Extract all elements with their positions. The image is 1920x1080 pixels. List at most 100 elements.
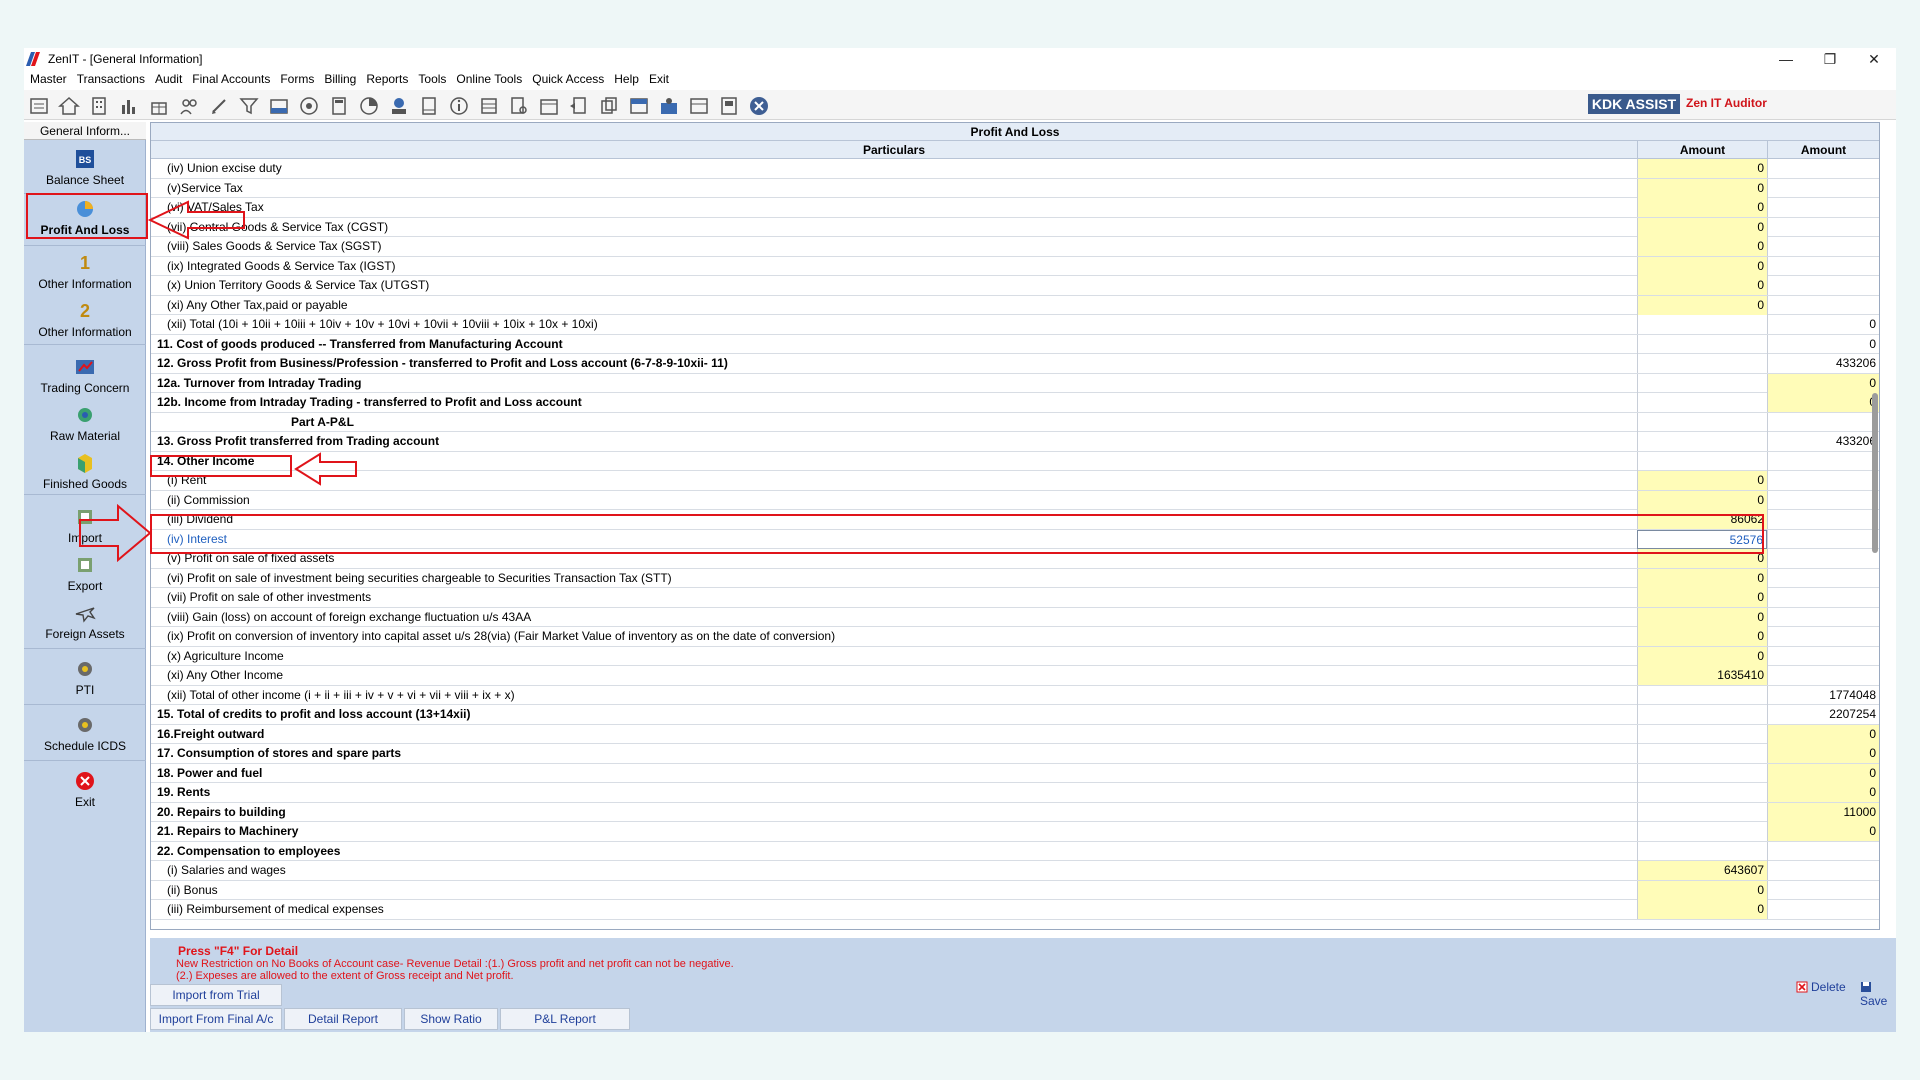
minimize-button[interactable]: — <box>1764 48 1808 70</box>
edit-icon[interactable] <box>208 95 230 117</box>
table-row[interactable]: (iii) Reimbursement of medical expenses 0 <box>151 900 1879 920</box>
building-icon[interactable] <box>88 95 110 117</box>
amount-cell-1[interactable]: 0 <box>1637 568 1767 588</box>
table-row[interactable]: (vi) Profit on sale of investment being … <box>151 568 1879 588</box>
users-icon[interactable] <box>178 95 200 117</box>
menu-forms[interactable]: Forms <box>280 70 314 88</box>
amount-cell-2[interactable]: 0 <box>1767 822 1879 841</box>
table-row[interactable]: (ii) Bonus 0 <box>151 880 1879 900</box>
amount-cell-1[interactable]: 0 <box>1637 588 1767 607</box>
pl-report-button[interactable]: P&L Report <box>500 1008 630 1030</box>
sidebar-item-balance-sheet[interactable]: BS Balance Sheet <box>24 148 146 187</box>
amount-cell-1[interactable]: 0 <box>1637 900 1767 919</box>
save-button[interactable]: Save <box>1860 980 1896 1008</box>
info-icon[interactable] <box>448 95 470 117</box>
icd-icon[interactable] <box>688 95 710 117</box>
table-row[interactable]: (vii) Profit on sale of other investment… <box>151 588 1879 608</box>
table-row[interactable]: 13. Gross Profit transferred from Tradin… <box>151 432 1879 452</box>
menu-exit[interactable]: Exit <box>649 70 669 88</box>
table-row[interactable]: (vii) Central Goods & Service Tax (CGST)… <box>151 217 1879 237</box>
sidebar-item-other-information-2[interactable]: 2 Other Information <box>24 300 146 339</box>
sidebar-item-pti[interactable]: PTI <box>24 658 146 697</box>
sidebar-item-foreign-assets[interactable]: Foreign Assets <box>24 602 146 641</box>
menu-reports[interactable]: Reports <box>366 70 408 88</box>
amount-cell-2[interactable]: 11000 <box>1767 802 1879 822</box>
sidebar-item-other-information-1[interactable]: 1 Other Information <box>24 252 146 291</box>
document-search-icon[interactable] <box>508 95 530 117</box>
amount-cell-2[interactable]: 0 <box>1767 393 1879 412</box>
gift-icon[interactable] <box>148 95 170 117</box>
table-row[interactable]: (x) Agriculture Income 0 <box>151 646 1879 666</box>
sidebar-item-schedule-icds[interactable]: Schedule ICDS <box>24 714 146 753</box>
amount-cell-1[interactable]: 0 <box>1637 646 1767 666</box>
table-row[interactable]: (xii) Total (10i + 10ii + 10iii + 10iv +… <box>151 315 1879 335</box>
amount-cell-1[interactable]: 0 <box>1637 607 1767 627</box>
vertical-scrollbar[interactable] <box>1872 393 1878 553</box>
menu-online-tools[interactable]: Online Tools <box>456 70 522 88</box>
amount-cell-1[interactable]: 0 <box>1637 276 1767 295</box>
table-row[interactable]: 12. Gross Profit from Business/Professio… <box>151 354 1879 374</box>
table-row[interactable]: (viii) Gain (loss) on account of foreign… <box>151 607 1879 627</box>
table-row[interactable]: (v)Service Tax 0 <box>151 178 1879 198</box>
table-row[interactable]: (xi) Any Other Tax,paid or payable 0 <box>151 295 1879 315</box>
amount-cell-1[interactable]: 0 <box>1637 471 1767 490</box>
table-row[interactable]: 11. Cost of goods produced -- Transferre… <box>151 334 1879 354</box>
amount-cell-1[interactable]: 0 <box>1637 237 1767 256</box>
table-row[interactable]: 12a. Turnover from Intraday Trading 0 <box>151 373 1879 393</box>
tax-icon[interactable] <box>268 95 290 117</box>
table-row[interactable]: (ix) Profit on conversion of inventory i… <box>151 627 1879 647</box>
amount-cell-1[interactable]: 0 <box>1637 627 1767 646</box>
home-icon[interactable] <box>58 95 80 117</box>
menu-help[interactable]: Help <box>614 70 639 88</box>
table-row[interactable]: Part A-P&L <box>151 412 1879 432</box>
calendar-icon[interactable] <box>538 95 560 117</box>
copy-icon[interactable] <box>598 95 620 117</box>
menu-tools[interactable]: Tools <box>418 70 446 88</box>
menu-transactions[interactable]: Transactions <box>77 70 145 88</box>
table-row[interactable]: (xii) Total of other income (i + ii + ii… <box>151 685 1879 705</box>
table-row[interactable]: 12b. Income from Intraday Trading - tran… <box>151 393 1879 413</box>
delete-button[interactable]: Delete <box>1796 980 1846 994</box>
sidebar-item-finished-goods[interactable]: Finished Goods <box>24 452 146 491</box>
amount-cell-1[interactable]: 0 <box>1637 880 1767 900</box>
table-row[interactable]: 22. Compensation to employees <box>151 841 1879 861</box>
amount-cell-1[interactable]: 1635410 <box>1637 666 1767 685</box>
menu-final-accounts[interactable]: Final Accounts <box>192 70 270 88</box>
table-row[interactable]: 14. Other Income <box>151 451 1879 471</box>
pay-icon[interactable] <box>388 95 410 117</box>
menu-billing[interactable]: Billing <box>324 70 356 88</box>
table-row[interactable]: 20. Repairs to building 11000 <box>151 802 1879 822</box>
amount-cell-1[interactable]: 0 <box>1637 159 1767 178</box>
filter-icon[interactable] <box>238 95 260 117</box>
restore-button[interactable]: ❐ <box>1808 48 1852 70</box>
grid-report-icon[interactable] <box>718 95 740 117</box>
close-circle-icon[interactable] <box>748 95 770 117</box>
table-row[interactable]: (x) Union Territory Goods & Service Tax … <box>151 276 1879 296</box>
amount-cell-2[interactable]: 0 <box>1767 783 1879 802</box>
table-row[interactable]: (iv) Union excise duty 0 <box>151 159 1879 179</box>
table-row[interactable]: (ix) Integrated Goods & Service Tax (IGS… <box>151 256 1879 276</box>
company-icon[interactable] <box>28 95 50 117</box>
amount-cell-1[interactable]: 0 <box>1637 295 1767 315</box>
table-row[interactable]: (viii) Sales Goods & Service Tax (SGST) 0 <box>151 237 1879 257</box>
table-row[interactable]: (xi) Any Other Income 1635410 <box>151 666 1879 686</box>
table-row[interactable]: (vi) VAT/Sales Tax 0 <box>151 198 1879 218</box>
table-icon[interactable] <box>478 95 500 117</box>
amount-cell-1[interactable]: 0 <box>1637 256 1767 276</box>
import-trial-balance-button[interactable]: Import from Trial Balance <box>150 984 282 1022</box>
table-row[interactable]: (i) Rent 0 <box>151 471 1879 491</box>
amount-cell-2[interactable]: 0 <box>1767 744 1879 763</box>
detail-report-button[interactable]: Detail Report <box>284 1008 402 1030</box>
table-row[interactable]: (ii) Commission 0 <box>151 490 1879 510</box>
book-icon[interactable] <box>418 95 440 117</box>
pie-chart-icon[interactable] <box>358 95 380 117</box>
bar-chart-icon[interactable] <box>118 95 140 117</box>
show-ratio-button[interactable]: Show Ratio <box>404 1008 498 1030</box>
bs-report-icon[interactable] <box>628 95 650 117</box>
table-row[interactable]: 19. Rents 0 <box>151 783 1879 803</box>
sidebar-item-exit[interactable]: Exit <box>24 770 146 809</box>
export-doc-icon[interactable] <box>568 95 590 117</box>
amount-cell-2[interactable]: 0 <box>1767 763 1879 783</box>
amount-cell-1[interactable]: 0 <box>1637 490 1767 510</box>
amount-cell-1[interactable]: 0 <box>1637 198 1767 217</box>
